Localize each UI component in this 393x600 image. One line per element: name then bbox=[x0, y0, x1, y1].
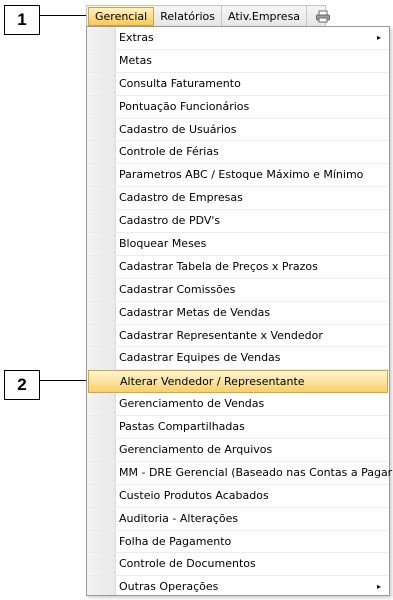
callout-2-label: 2 bbox=[17, 375, 27, 394]
menu-relatorios[interactable]: Relatórios bbox=[154, 6, 223, 26]
menu-item-bloquear-meses[interactable]: Bloquear Meses bbox=[87, 233, 389, 256]
submenu-arrow-icon: ▸ bbox=[376, 582, 381, 592]
menu-item-equipes-vendas[interactable]: Cadastrar Equipes de Vendas bbox=[87, 347, 389, 371]
menu-item-label: Gerenciamento de Vendas bbox=[119, 397, 265, 411]
menu-item-label: Metas bbox=[119, 53, 153, 67]
menu-item-label: Controle de Documentos bbox=[119, 557, 256, 571]
printer-button[interactable] bbox=[307, 6, 339, 26]
callout-1-leader bbox=[40, 15, 88, 16]
menu-item-label: Custeio Produtos Acabados bbox=[119, 488, 269, 502]
menu-item-cadastro-pdvs[interactable]: Cadastro de PDV's bbox=[87, 210, 389, 234]
menu-bar: Gerencial Relatórios Ativ.Empresa bbox=[86, 5, 331, 26]
callout-1-label: 1 bbox=[17, 10, 27, 29]
menu-item-auditoria[interactable]: Auditoria - Alterações bbox=[87, 508, 389, 531]
menu-item-cadastro-empresas[interactable]: Cadastro de Empresas bbox=[87, 187, 389, 211]
menu-item-dre-gerencial[interactable]: MM - DRE Gerencial (Baseado nas Contas a… bbox=[87, 462, 393, 485]
menu-item-tabela-precos-prazos[interactable]: Cadastrar Tabela de Preços x Prazos bbox=[87, 256, 389, 279]
menu-gerencial-label: Gerencial bbox=[95, 10, 148, 23]
gerencial-dropdown: Extras ▸ Metas Consulta Faturamento Pont… bbox=[86, 26, 393, 596]
menu-item-label: Cadastrar Comissões bbox=[119, 282, 236, 296]
menu-item-label: Controle de Férias bbox=[119, 145, 219, 159]
menu-item-pastas-compartilhadas[interactable]: Pastas Compartilhadas bbox=[87, 416, 389, 440]
menu-gerencial[interactable]: Gerencial bbox=[88, 7, 155, 26]
menu-item-label: Parametros ABC / Estoque Máximo e Mínimo bbox=[119, 168, 364, 182]
menu-item-label: Auditoria - Alterações bbox=[119, 511, 239, 525]
menu-item-pontuacao-funcionarios[interactable]: Pontuação Funcionários bbox=[87, 96, 389, 119]
menu-item-alterar-vendedor[interactable]: Alterar Vendedor / Representante bbox=[88, 370, 388, 394]
printer-icon bbox=[316, 10, 331, 22]
callout-2: 2 bbox=[4, 370, 40, 400]
menu-item-label: Consulta Faturamento bbox=[119, 76, 241, 90]
menu-item-cadastro-usuarios[interactable]: Cadastro de Usuários bbox=[87, 119, 389, 142]
menu-item-gerenciamento-vendas[interactable]: Gerenciamento de Vendas bbox=[87, 393, 389, 417]
menu-item-parametros-abc[interactable]: Parametros ABC / Estoque Máximo e Mínimo bbox=[87, 164, 389, 188]
callout-2-leader bbox=[40, 380, 88, 381]
menu-item-label: Outras Operações bbox=[119, 580, 219, 594]
menu-item-label: Cadastrar Tabela de Preços x Prazos bbox=[119, 259, 318, 273]
menu-item-label: Gerenciamento de Arquivos bbox=[119, 443, 273, 457]
callout-1: 1 bbox=[4, 5, 40, 35]
menu-item-label: Cadastrar Equipes de Vendas bbox=[119, 351, 281, 365]
menu-item-folha-pagamento[interactable]: Folha de Pagamento bbox=[87, 531, 389, 554]
menu-item-label: Bloquear Meses bbox=[119, 237, 207, 251]
menu-item-cadastrar-comissoes[interactable]: Cadastrar Comissões bbox=[87, 279, 389, 302]
menu-item-custeio-produtos[interactable]: Custeio Produtos Acabados bbox=[87, 485, 389, 508]
menu-item-label: Pastas Compartilhadas bbox=[119, 420, 245, 434]
menu-item-label: Folha de Pagamento bbox=[119, 534, 232, 548]
menu-item-label: Cadastro de PDV's bbox=[119, 214, 221, 228]
menu-item-label: Alterar Vendedor / Representante bbox=[120, 375, 305, 389]
submenu-arrow-icon: ▸ bbox=[376, 33, 381, 42]
menu-items: Extras ▸ Metas Consulta Faturamento Pont… bbox=[87, 27, 393, 595]
menu-item-label: Pontuação Funcionários bbox=[119, 99, 250, 113]
menu-item-label: MM - DRE Gerencial (Baseado nas Contas a… bbox=[119, 465, 393, 479]
menu-ativ-empresa-label: Ativ.Empresa bbox=[228, 9, 301, 23]
menu-item-extras[interactable]: Extras ▸ bbox=[87, 27, 389, 50]
menu-relatorios-label: Relatórios bbox=[160, 9, 216, 23]
menu-item-gerenciamento-arquivos[interactable]: Gerenciamento de Arquivos bbox=[87, 439, 389, 462]
menu-item-controle-documentos[interactable]: Controle de Documentos bbox=[87, 553, 389, 577]
menu-item-consulta-faturamento[interactable]: Consulta Faturamento bbox=[87, 73, 389, 96]
menu-item-metas[interactable]: Metas bbox=[87, 50, 389, 73]
menu-item-label: Cadastro de Usuários bbox=[119, 122, 237, 136]
menu-item-label: Cadastrar Metas de Vendas bbox=[119, 305, 271, 319]
menu-item-metas-vendas[interactable]: Cadastrar Metas de Vendas bbox=[87, 302, 389, 325]
menu-ativ-empresa[interactable]: Ativ.Empresa bbox=[222, 6, 308, 26]
menu-item-label: Cadastro de Empresas bbox=[119, 191, 243, 205]
menu-item-outras-operacoes[interactable]: Outras Operações ▸ bbox=[87, 576, 389, 599]
menu-item-controle-ferias[interactable]: Controle de Férias bbox=[87, 141, 389, 165]
menu-item-label: Cadastrar Representante x Vendedor bbox=[119, 328, 323, 342]
menu-item-label: Extras bbox=[119, 31, 154, 44]
menu-item-representante-vendedor[interactable]: Cadastrar Representante x Vendedor bbox=[87, 325, 389, 348]
